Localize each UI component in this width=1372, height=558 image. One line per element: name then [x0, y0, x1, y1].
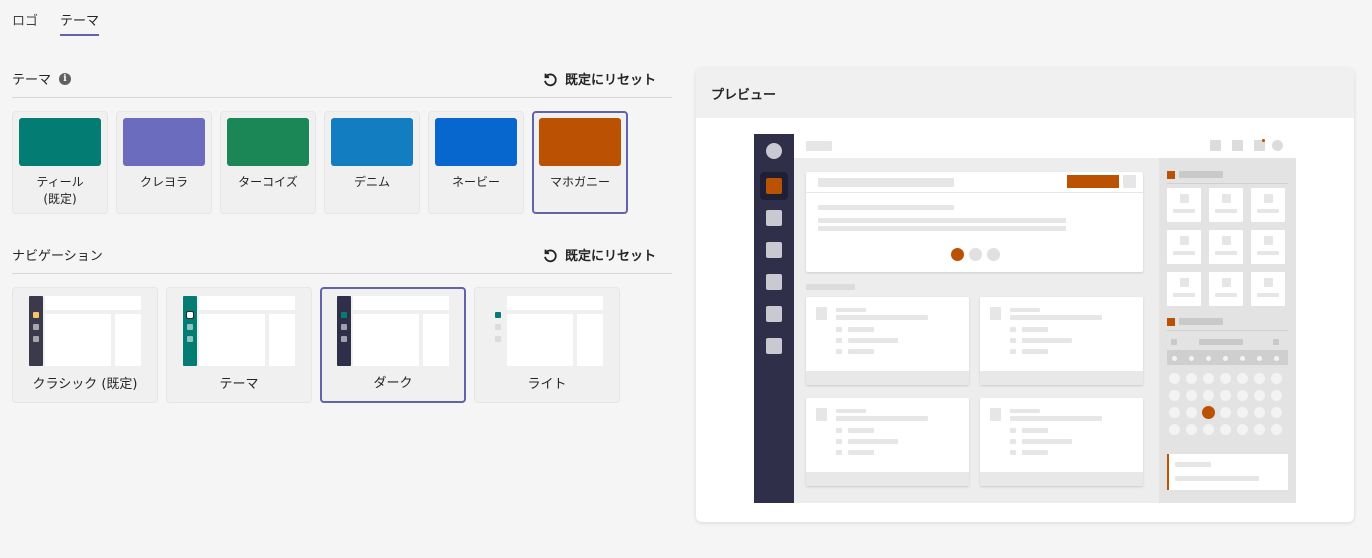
reset-arrow-icon [544, 249, 557, 262]
preview-tile [1209, 188, 1243, 222]
nav-section: ナビゲーション 既定にリセット クラシック (既定) テーマ ダーク ライト [12, 236, 672, 403]
theme-option-label: ネービー [451, 175, 500, 189]
preview-tile [1251, 272, 1285, 306]
theme-swatch [19, 118, 101, 166]
preview-tile [1167, 230, 1201, 264]
theme-option-label: ティール (既定) [36, 175, 84, 206]
theme-swatch [331, 118, 413, 166]
preview-rail-item [766, 242, 782, 258]
theme-options: ティール (既定) クレヨラ ターコイズ デニム ネービー マホガニー [12, 111, 672, 214]
nav-option[interactable]: ダーク [320, 287, 466, 403]
nav-section-header: ナビゲーション 既定にリセット [12, 236, 672, 274]
preview-main-card [806, 172, 1143, 272]
preview-small-card [806, 398, 969, 486]
nav-thumbnail [337, 296, 449, 366]
theme-option[interactable]: ティール (既定) [12, 111, 108, 214]
preview-rail-item [766, 210, 782, 226]
preview-small-card [980, 398, 1143, 486]
settings-panel: テーマ i 既定にリセット ティール (既定) クレヨラ ターコイズ デニム ネービー マホ… [12, 60, 672, 403]
preview-panel: プレビュー [696, 68, 1354, 522]
nav-option-label: テーマ [219, 377, 259, 392]
theme-option[interactable]: デニム [324, 111, 420, 214]
nav-options: クラシック (既定) テーマ ダーク ライト [12, 287, 672, 403]
info-icon[interactable]: i [59, 72, 72, 85]
nav-thumbnail [183, 296, 295, 366]
preview-tile [1251, 188, 1285, 222]
preview-avatar [766, 143, 782, 159]
preview-rail-item [766, 306, 782, 322]
preview-rail-item-active [766, 178, 782, 194]
preview-rail [754, 134, 794, 503]
nav-option[interactable]: ライト [474, 287, 620, 403]
preview-rail-item [766, 274, 782, 290]
theme-section-title: テーマ [12, 73, 52, 88]
reset-arrow-icon [544, 73, 557, 86]
theme-option[interactable]: クレヨラ [116, 111, 212, 214]
nav-option[interactable]: テーマ [166, 287, 312, 403]
nav-reset-label: 既定にリセット [564, 249, 656, 264]
preview-tile [1209, 230, 1243, 264]
theme-section-header: テーマ i 既定にリセット [12, 60, 672, 98]
preview-tile [1167, 272, 1201, 306]
nav-option-label: ダーク [373, 376, 413, 391]
tab-theme[interactable]: テーマ [60, 10, 100, 36]
theme-swatch [539, 118, 621, 166]
theme-option[interactable]: ターコイズ [220, 111, 316, 214]
theme-swatch [435, 118, 517, 166]
theme-reset-label: 既定にリセット [564, 73, 656, 88]
theme-reset-button[interactable]: 既定にリセット [541, 69, 656, 88]
preview-tile [1209, 272, 1243, 306]
theme-option[interactable]: マホガニー [532, 111, 628, 214]
theme-option[interactable]: ネービー [428, 111, 524, 214]
theme-swatch [123, 118, 205, 166]
theme-option-label: デニム [353, 175, 390, 189]
nav-option[interactable]: クラシック (既定) [12, 287, 158, 403]
tab-bar: ロゴ テーマ [12, 10, 100, 36]
preview-small-card [806, 297, 969, 385]
tab-logo[interactable]: ロゴ [12, 10, 38, 36]
theme-option-label: クレヨラ [139, 175, 188, 189]
nav-option-label: ライト [527, 377, 567, 392]
nav-option-label: クラシック (既定) [32, 377, 138, 392]
theme-option-label: ターコイズ [238, 175, 298, 189]
preview-mockup [754, 134, 1296, 503]
preview-tile [1251, 230, 1285, 264]
nav-section-title: ナビゲーション [12, 249, 103, 264]
theme-option-label: マホガニー [549, 175, 610, 189]
theme-swatch [227, 118, 309, 166]
nav-thumbnail [491, 296, 603, 366]
preview-small-card [980, 297, 1143, 385]
nav-reset-button[interactable]: 既定にリセット [541, 245, 656, 264]
preview-right-column [1159, 158, 1296, 503]
preview-tile [1167, 188, 1201, 222]
nav-thumbnail [29, 296, 141, 366]
preview-title: プレビュー [696, 68, 1354, 118]
preview-rail-item [766, 338, 782, 354]
